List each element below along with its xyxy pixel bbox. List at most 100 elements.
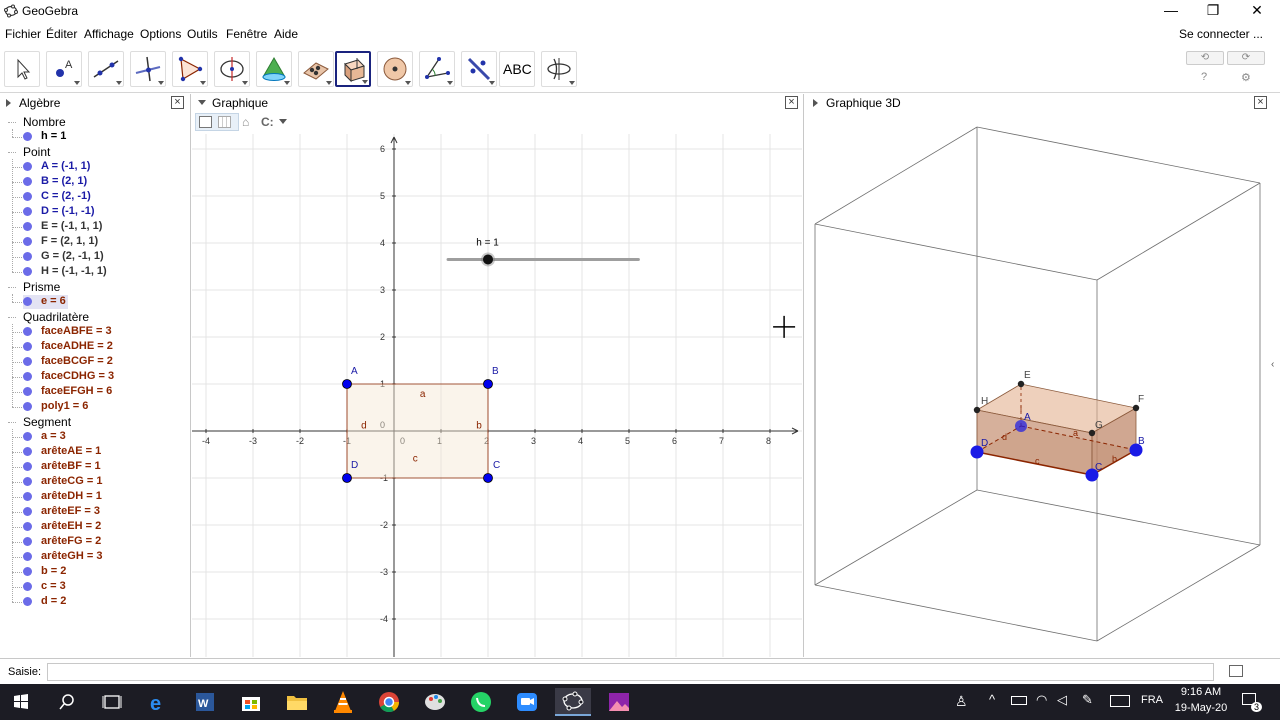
color-style-button[interactable]: C: xyxy=(261,115,274,129)
language-indicator[interactable]: FRA xyxy=(1141,694,1163,706)
visibility-toggle-icon[interactable] xyxy=(23,327,32,336)
visibility-toggle-icon[interactable] xyxy=(23,432,32,441)
visibility-toggle-icon[interactable] xyxy=(23,567,32,576)
visibility-toggle-icon[interactable] xyxy=(23,402,32,411)
point-c[interactable] xyxy=(483,473,493,483)
visibility-toggle-icon[interactable] xyxy=(23,132,32,141)
people-icon[interactable]: ♙ xyxy=(955,693,968,710)
category-quadrilatère[interactable]: Quadrilatère xyxy=(23,310,89,324)
visibility-toggle-icon[interactable] xyxy=(23,177,32,186)
vertex-top[interactable] xyxy=(1132,404,1140,412)
menu-fenetre[interactable]: Fenêtre xyxy=(226,27,267,41)
axes-toggle-icon[interactable] xyxy=(199,116,212,128)
visibility-toggle-icon[interactable] xyxy=(23,552,32,561)
menu-editer[interactable]: Éditer xyxy=(46,27,77,41)
visibility-toggle-icon[interactable] xyxy=(23,237,32,246)
algebra-item[interactable]: e = 6 xyxy=(23,295,68,309)
battery-icon[interactable] xyxy=(1011,696,1027,705)
visibility-toggle-icon[interactable] xyxy=(23,387,32,396)
sphere-tool[interactable] xyxy=(377,51,413,87)
whatsapp-icon[interactable] xyxy=(463,688,499,716)
visibility-toggle-icon[interactable] xyxy=(23,537,32,546)
redo-button[interactable]: ⟳ xyxy=(1227,51,1265,65)
clock-date[interactable]: 19-May-20 xyxy=(1171,702,1231,714)
vertex-top[interactable] xyxy=(973,406,981,414)
grid-toggle-icon[interactable] xyxy=(218,116,231,128)
visibility-toggle-icon[interactable] xyxy=(23,297,32,306)
menu-outils[interactable]: Outils xyxy=(187,27,218,41)
edge-icon[interactable]: e xyxy=(141,688,177,716)
volume-icon[interactable]: ◁ xyxy=(1057,692,1067,708)
menu-affichage[interactable]: Affichage xyxy=(84,27,134,41)
visibility-toggle-icon[interactable] xyxy=(23,267,32,276)
category-point[interactable]: Point xyxy=(23,145,50,159)
geogebra-icon[interactable] xyxy=(555,688,591,716)
clock-time[interactable]: 9:16 AM xyxy=(1176,686,1226,698)
visibility-toggle-icon[interactable] xyxy=(23,462,32,471)
task-view-icon[interactable] xyxy=(94,688,130,716)
vertex-top[interactable] xyxy=(1017,380,1025,388)
photos-icon[interactable] xyxy=(601,688,637,716)
undo-button[interactable]: ⟲ xyxy=(1186,51,1224,65)
angle-tool[interactable] xyxy=(419,51,455,87)
zoom-icon[interactable] xyxy=(509,688,545,716)
search-icon[interactable] xyxy=(49,688,85,716)
visibility-toggle-icon[interactable] xyxy=(23,597,32,606)
visibility-toggle-icon[interactable] xyxy=(23,582,32,591)
visibility-toggle-icon[interactable] xyxy=(23,207,32,216)
keyboard-icon[interactable] xyxy=(1229,665,1243,677)
menu-fichier[interactable]: Fichier xyxy=(5,27,41,41)
perpendicular-tool[interactable] xyxy=(130,51,166,87)
style-bar-toggle[interactable] xyxy=(195,113,239,131)
polygon-tool[interactable] xyxy=(172,51,208,87)
graphics-3d-canvas[interactable]: E F G H A B C Dc b a d l xyxy=(805,112,1280,657)
close-graphics-button[interactable]: × xyxy=(785,96,798,109)
word-icon[interactable]: W xyxy=(187,688,223,716)
settings-gear-icon[interactable]: ⚙ xyxy=(1241,71,1251,84)
start-icon[interactable] xyxy=(3,688,39,716)
close-graphics-3d-button[interactable]: × xyxy=(1254,96,1267,109)
graphics-canvas[interactable]: -4 -3 -2 -1 1 2 3 4 5 6 7 8654321-1-2-3-400abcdA BCD… xyxy=(192,134,802,657)
intersect-tool[interactable] xyxy=(298,51,334,87)
close-algebra-button[interactable]: × xyxy=(171,96,184,109)
visibility-toggle-icon[interactable] xyxy=(23,507,32,516)
visibility-toggle-icon[interactable] xyxy=(23,162,32,171)
paint-icon[interactable] xyxy=(417,688,453,716)
point-a[interactable] xyxy=(342,379,352,389)
keyboard-tray-icon[interactable] xyxy=(1110,695,1130,707)
input-field[interactable] xyxy=(47,663,1214,681)
visibility-toggle-icon[interactable] xyxy=(23,222,32,231)
chrome-icon[interactable] xyxy=(371,688,407,716)
line-tool[interactable] xyxy=(88,51,124,87)
category-prisme[interactable]: Prisme xyxy=(23,280,60,294)
prism-tool[interactable] xyxy=(335,51,371,87)
visibility-toggle-icon[interactable] xyxy=(23,357,32,366)
minimize-button[interactable]: — xyxy=(1148,0,1194,22)
text-tool[interactable]: ABC xyxy=(499,51,535,87)
pen-icon[interactable]: ✎ xyxy=(1082,692,1093,708)
visibility-toggle-icon[interactable] xyxy=(23,342,32,351)
point-tool[interactable]: A xyxy=(46,51,82,87)
vlc-icon[interactable] xyxy=(325,688,361,716)
visibility-toggle-icon[interactable] xyxy=(23,192,32,201)
cone-tool[interactable] xyxy=(256,51,292,87)
wifi-icon[interactable]: ◠ xyxy=(1036,692,1047,708)
circle-tool[interactable] xyxy=(214,51,250,87)
reflect-tool[interactable] xyxy=(461,51,497,87)
category-nombre[interactable]: Nombre xyxy=(23,115,66,129)
rotate-view-tool[interactable] xyxy=(541,51,577,87)
visibility-toggle-icon[interactable] xyxy=(23,252,32,261)
visibility-toggle-icon[interactable] xyxy=(23,372,32,381)
explorer-icon[interactable] xyxy=(279,688,315,716)
visibility-toggle-icon[interactable] xyxy=(23,477,32,486)
visibility-toggle-icon[interactable] xyxy=(23,492,32,501)
point-b[interactable] xyxy=(483,379,493,389)
side-panel-arrow-icon[interactable]: ‹ xyxy=(1271,359,1274,370)
category-segment[interactable]: Segment xyxy=(23,415,71,429)
visibility-toggle-icon[interactable] xyxy=(23,522,32,531)
move-tool[interactable] xyxy=(4,51,40,87)
visibility-toggle-icon[interactable] xyxy=(23,447,32,456)
help-icon[interactable]: ? xyxy=(1201,71,1207,83)
store-icon[interactable] xyxy=(233,688,269,716)
home-icon[interactable]: ⌂ xyxy=(242,115,249,129)
